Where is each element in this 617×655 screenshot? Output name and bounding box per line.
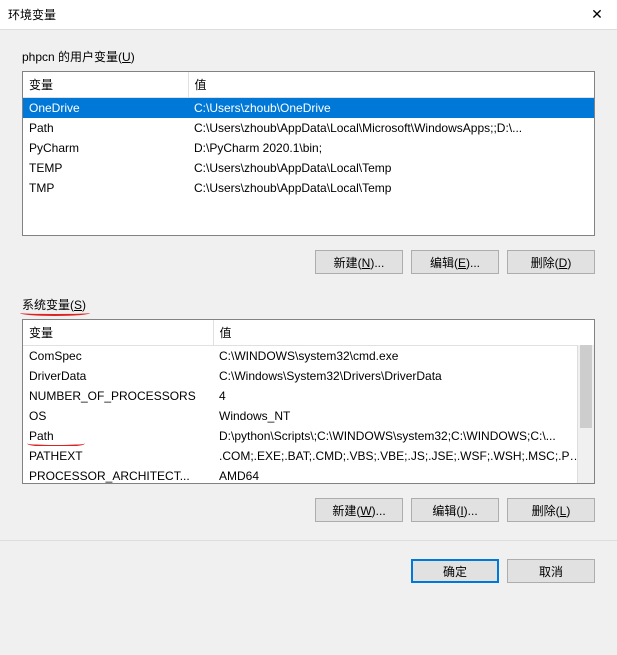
var-name-cell: ComSpec [23, 346, 213, 367]
var-name-cell: TEMP [23, 158, 188, 178]
var-name-cell: Path [23, 426, 213, 446]
var-name-cell: PyCharm [23, 138, 188, 158]
user-button-row: 新建(N)... 编辑(E)... 删除(D) [22, 250, 595, 274]
var-value-cell: C:\Users\zhoub\AppData\Local\Temp [188, 158, 594, 178]
var-value-cell: D:\PyCharm 2020.1\bin; [188, 138, 594, 158]
sys-vars-table[interactable]: 变量 值 ComSpecC:\WINDOWS\system32\cmd.exeD… [22, 319, 595, 484]
table-row[interactable]: DriverDataC:\Windows\System32\Drivers\Dr… [23, 366, 594, 386]
var-name-cell: TMP [23, 178, 188, 198]
sys-col-variable[interactable]: 变量 [23, 320, 213, 346]
user-vars-table[interactable]: 变量 值 OneDriveC:\Users\zhoub\OneDrivePath… [22, 71, 595, 236]
var-value-cell: Windows_NT [213, 406, 594, 426]
dialog-content: phpcn 的用户变量(U) 变量 值 OneDriveC:\Users\zho… [0, 30, 617, 540]
sys-scrollbar[interactable] [577, 345, 594, 483]
var-value-cell: C:\WINDOWS\system32\cmd.exe [213, 346, 594, 367]
dialog-footer: 确定 取消 [0, 540, 617, 583]
table-row[interactable]: PathC:\Users\zhoub\AppData\Local\Microso… [23, 118, 594, 138]
user-vars-label: phpcn 的用户变量(U) [22, 48, 135, 65]
window-title: 环境变量 [8, 6, 577, 23]
user-col-value[interactable]: 值 [188, 72, 594, 98]
var-value-cell: D:\python\Scripts\;C:\WINDOWS\system32;C… [213, 426, 594, 446]
var-name-cell: PATHEXT [23, 446, 213, 466]
sys-vars-label: 系统变量(S) [22, 296, 86, 313]
var-value-cell: .COM;.EXE;.BAT;.CMD;.VBS;.VBE;.JS;.JSE;.… [213, 446, 594, 466]
sys-new-button[interactable]: 新建(W)... [315, 498, 403, 522]
var-name-cell: Path [23, 118, 188, 138]
table-row[interactable]: TEMPC:\Users\zhoub\AppData\Local\Temp [23, 158, 594, 178]
var-value-cell: C:\Users\zhoub\AppData\Local\Temp [188, 178, 594, 198]
var-name-cell: DriverData [23, 366, 213, 386]
user-edit-button[interactable]: 编辑(E)... [411, 250, 499, 274]
var-name-cell: OneDrive [23, 98, 188, 119]
scroll-thumb[interactable] [580, 345, 592, 428]
sys-edit-button[interactable]: 编辑(I)... [411, 498, 499, 522]
table-row[interactable]: ComSpecC:\WINDOWS\system32\cmd.exe [23, 346, 594, 367]
var-value-cell: AMD64 [213, 466, 594, 484]
cancel-button[interactable]: 取消 [507, 559, 595, 583]
sys-delete-button[interactable]: 删除(L) [507, 498, 595, 522]
table-row[interactable]: PathD:\python\Scripts\;C:\WINDOWS\system… [23, 426, 594, 446]
table-row[interactable]: TMPC:\Users\zhoub\AppData\Local\Temp [23, 178, 594, 198]
close-icon[interactable]: ✕ [577, 0, 617, 30]
var-name-cell: NUMBER_OF_PROCESSORS [23, 386, 213, 406]
var-name-cell: OS [23, 406, 213, 426]
var-value-cell: C:\Windows\System32\Drivers\DriverData [213, 366, 594, 386]
var-value-cell: 4 [213, 386, 594, 406]
table-row[interactable]: NUMBER_OF_PROCESSORS4 [23, 386, 594, 406]
var-value-cell: C:\Users\zhoub\AppData\Local\Microsoft\W… [188, 118, 594, 138]
var-name-cell: PROCESSOR_ARCHITECT... [23, 466, 213, 484]
sys-button-row: 新建(W)... 编辑(I)... 删除(L) [22, 498, 595, 522]
titlebar: 环境变量 ✕ [0, 0, 617, 30]
user-col-variable[interactable]: 变量 [23, 72, 188, 98]
table-row[interactable]: OneDriveC:\Users\zhoub\OneDrive [23, 98, 594, 119]
table-row[interactable]: PATHEXT.COM;.EXE;.BAT;.CMD;.VBS;.VBE;.JS… [23, 446, 594, 466]
sys-col-value[interactable]: 值 [213, 320, 594, 346]
user-new-button[interactable]: 新建(N)... [315, 250, 403, 274]
table-row[interactable]: PROCESSOR_ARCHITECT...AMD64 [23, 466, 594, 484]
user-delete-button[interactable]: 删除(D) [507, 250, 595, 274]
var-value-cell: C:\Users\zhoub\OneDrive [188, 98, 594, 119]
table-row[interactable]: PyCharmD:\PyCharm 2020.1\bin; [23, 138, 594, 158]
ok-button[interactable]: 确定 [411, 559, 499, 583]
table-row[interactable]: OSWindows_NT [23, 406, 594, 426]
